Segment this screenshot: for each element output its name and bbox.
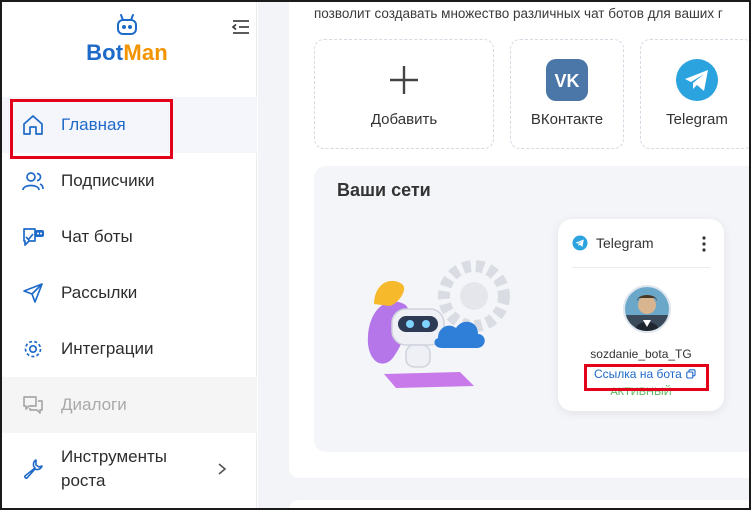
svg-text:VK: VK	[554, 71, 579, 91]
sidebar-item-mailings[interactable]: Рассылки	[2, 265, 257, 321]
sidebar-item-subscribers[interactable]: Подписчики	[2, 153, 257, 209]
sidebar: BotMan Главная Подписчики Чат боты Рассы…	[2, 2, 257, 508]
gear-icon	[20, 336, 46, 362]
intro-text: позволит создавать множество различных ч…	[314, 6, 723, 21]
plus-icon	[390, 66, 418, 94]
section-title: Ваши сети	[337, 180, 431, 200]
divider	[572, 267, 710, 268]
sidebar-item-growth-tools[interactable]: Инструменты роста	[2, 433, 257, 505]
sidebar-item-label: Рассылки	[61, 283, 138, 302]
robot-illustration	[367, 260, 510, 388]
bot-link-label: Ссылка на бота	[594, 367, 682, 381]
bot-status: АКТИВНЫЙ	[610, 386, 672, 398]
content-card: позволит создавать множество различных ч…	[289, 2, 749, 478]
send-icon	[20, 280, 46, 306]
sidebar-item-chatbots[interactable]: Чат боты	[2, 209, 257, 265]
home-icon	[20, 112, 46, 138]
bot-avatar	[623, 285, 671, 333]
sidebar-item-integrations[interactable]: Интеграции	[2, 321, 257, 377]
bot-name: sozdanie_bota_TG	[590, 347, 692, 361]
sidebar-item-label: Диалоги	[61, 395, 127, 414]
sidebar-nav: Главная Подписчики Чат боты Рассылки Инт…	[2, 97, 257, 505]
tile-label: ВКонтакте	[530, 111, 604, 128]
sidebar-item-label: Интеграции	[61, 339, 154, 358]
bot-card[interactable]: Telegram sozdanie_bota_TG Ссылка на бота…	[558, 219, 724, 411]
chevron-right-icon	[218, 463, 227, 475]
menu-collapse-icon[interactable]	[230, 16, 252, 38]
main-content: позволит создавать множество различных ч…	[258, 2, 749, 508]
sidebar-item-label: Подписчики	[61, 171, 155, 190]
your-networks-section: Ваши сети Telegram sozdanie_bota_TG Ссыл…	[314, 166, 749, 452]
chatbot-icon	[20, 224, 46, 250]
tile-label: Добавить	[370, 111, 438, 128]
add-network-tile[interactable]: Добавить	[314, 39, 494, 149]
copy-icon	[686, 369, 696, 379]
sidebar-item-dialogs[interactable]: Диалоги	[2, 377, 257, 433]
tile-label: Telegram	[666, 111, 728, 128]
sidebar-item-label: Чат боты	[61, 227, 133, 246]
telegram-tile[interactable]: Telegram	[640, 39, 749, 149]
dialogs-icon	[20, 392, 46, 418]
vk-icon: VK	[546, 59, 588, 101]
robot-logo-icon	[117, 14, 137, 35]
sidebar-item-label: Главная	[61, 115, 126, 134]
logo-text: BotMan	[86, 40, 168, 65]
bot-link[interactable]: Ссылка на бота	[594, 367, 696, 381]
telegram-icon	[572, 235, 588, 251]
sidebar-item-home[interactable]: Главная	[2, 97, 257, 153]
bot-card-platform: Telegram	[596, 235, 654, 251]
sidebar-item-label: Инструменты роста	[61, 447, 168, 490]
more-options-icon[interactable]	[696, 235, 712, 253]
users-icon	[20, 168, 46, 194]
logo[interactable]: BotMan	[82, 14, 172, 66]
bot-card-header: Telegram	[572, 235, 654, 251]
telegram-icon	[676, 59, 718, 101]
bottom-card	[289, 500, 749, 508]
vk-tile[interactable]: VK ВКонтакте	[510, 39, 624, 149]
wrench-icon	[20, 456, 46, 482]
